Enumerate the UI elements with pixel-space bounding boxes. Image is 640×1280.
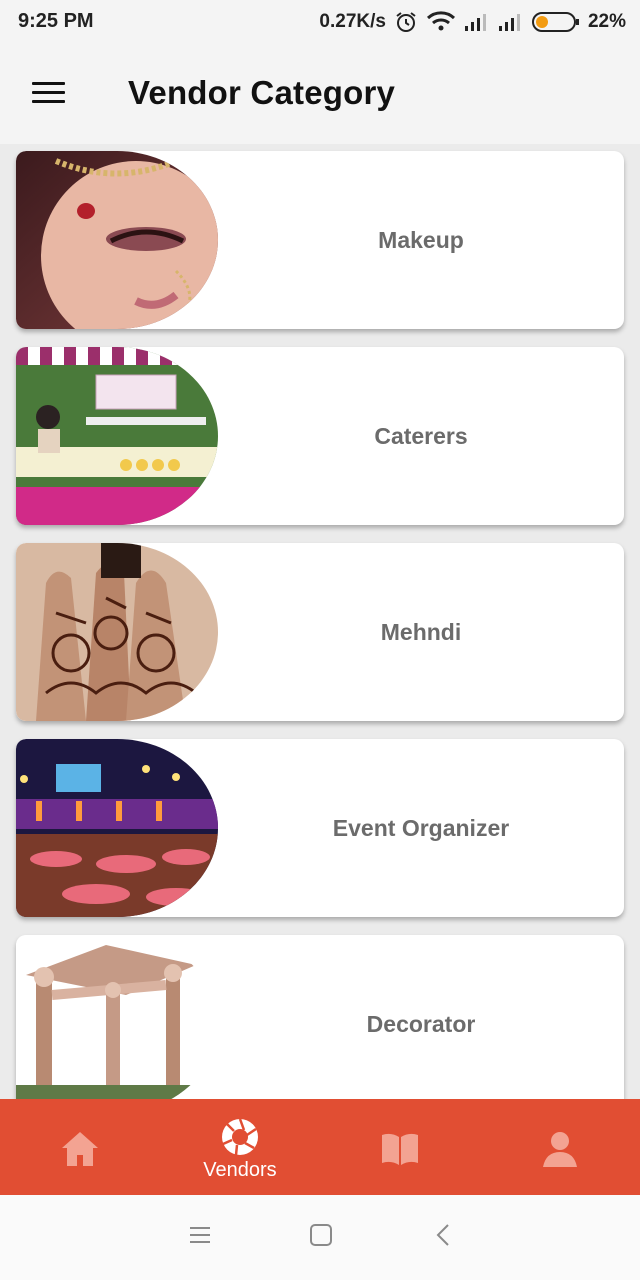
- back-chevron-icon[interactable]: [432, 1223, 456, 1252]
- category-card-mehndi[interactable]: Mehndi: [16, 543, 624, 721]
- nav-label-vendors: Vendors: [203, 1159, 277, 1181]
- signal-icon: [464, 12, 490, 32]
- signal-icon: [498, 12, 524, 32]
- nav-profile[interactable]: [480, 1099, 640, 1195]
- category-label: Mehndi: [380, 618, 462, 645]
- vendor-category-list[interactable]: Makeup Caterers Mehndi Event Organizer D…: [0, 144, 640, 1099]
- hamburger-menu-icon[interactable]: [26, 74, 70, 114]
- home-icon: [62, 1132, 98, 1166]
- system-navigation-bar: [0, 1195, 640, 1280]
- category-label: Decorator: [366, 1010, 476, 1037]
- app-bar: Vendor Category: [0, 44, 640, 144]
- event-hall-photo: [16, 739, 218, 917]
- mehndi-hands-photo: [16, 543, 218, 721]
- category-label: Event Organizer: [332, 814, 510, 841]
- bride-makeup-photo: [16, 151, 218, 329]
- battery-percent: 22%: [587, 11, 626, 32]
- category-card-decorator[interactable]: Decorator: [16, 935, 624, 1099]
- category-card-caterers[interactable]: Caterers: [16, 347, 624, 525]
- status-time: 9:25 PM: [18, 10, 94, 32]
- bottom-navigation: Vendors: [0, 1099, 640, 1195]
- nav-home[interactable]: [0, 1099, 160, 1195]
- floral-mandap-photo: [16, 935, 218, 1099]
- recents-menu-icon[interactable]: [188, 1223, 212, 1252]
- wifi-icon: [426, 11, 456, 33]
- category-label: Caterers: [374, 422, 468, 449]
- home-square-icon[interactable]: [309, 1223, 333, 1252]
- alarm-icon: [394, 10, 418, 34]
- book-icon: [382, 1133, 418, 1165]
- page-title: Vendor Category: [128, 74, 396, 111]
- status-icons: 0.27K/s 22%: [319, 10, 626, 34]
- category-card-makeup[interactable]: Makeup: [16, 151, 624, 329]
- nav-book[interactable]: [320, 1099, 480, 1195]
- catering-stall-photo: [16, 347, 218, 525]
- category-label: Makeup: [378, 226, 464, 253]
- status-bar: 9:25 PM 0.27K/s 22%: [0, 0, 640, 44]
- battery-icon: [531, 11, 580, 33]
- person-icon: [543, 1132, 577, 1167]
- category-card-event-organizer[interactable]: Event Organizer: [16, 739, 624, 917]
- aperture-icon: [222, 1118, 258, 1156]
- network-speed: 0.27K/s: [319, 11, 386, 32]
- nav-vendors[interactable]: Vendors: [160, 1099, 320, 1195]
